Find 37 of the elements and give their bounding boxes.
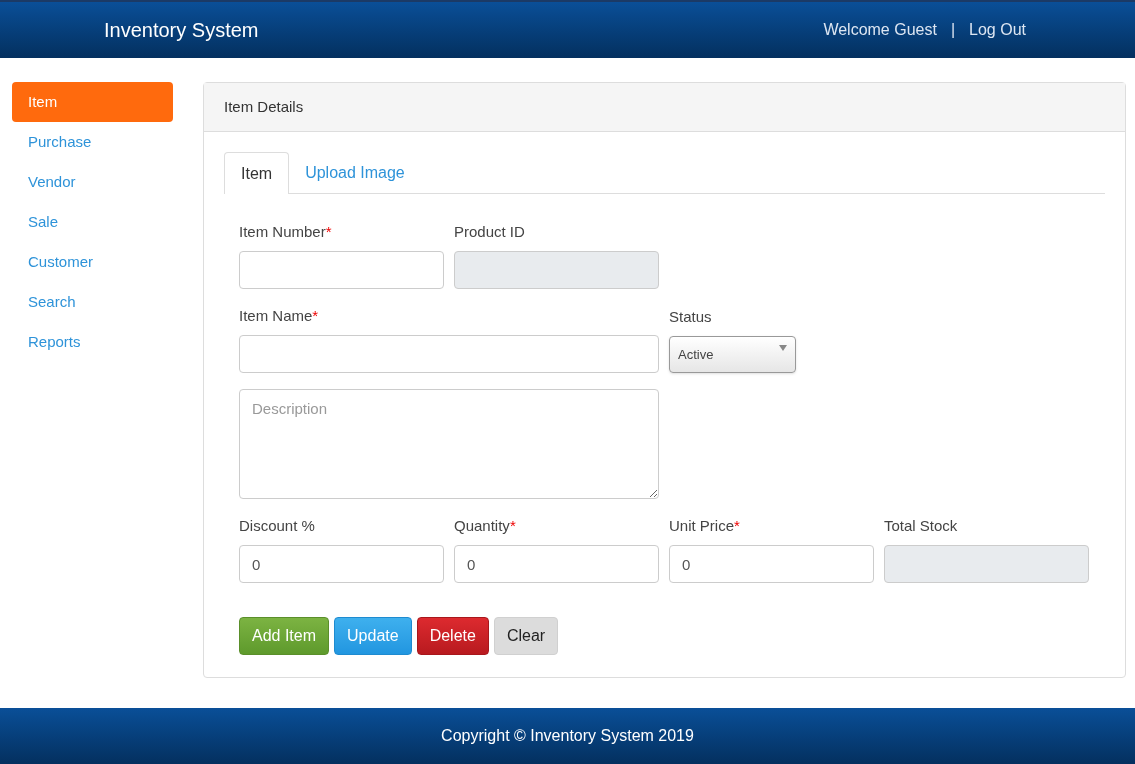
sidebar-item[interactable]: Vendor xyxy=(12,162,173,202)
text-field[interactable] xyxy=(239,251,444,289)
app-title: Inventory System xyxy=(104,18,259,43)
field-label: Unit Price* xyxy=(669,516,741,536)
field-label: Total Stock xyxy=(884,516,959,536)
action-button[interactable]: Clear xyxy=(493,617,559,655)
action-button[interactable]: Update xyxy=(334,617,412,655)
readonly-field[interactable] xyxy=(454,251,659,289)
text-field[interactable]: 0 xyxy=(669,545,874,583)
field-label: Item Number* xyxy=(239,222,333,242)
text-field[interactable]: 0 xyxy=(454,545,659,583)
field-label: Status xyxy=(669,307,713,327)
description-field[interactable]: Description xyxy=(239,389,659,499)
separator: | xyxy=(950,20,956,40)
sidebar-item[interactable]: Sale xyxy=(12,202,173,242)
sidebar-item[interactable]: Reports xyxy=(12,322,173,362)
sidebar-item[interactable]: Purchase xyxy=(12,122,173,162)
status-dropdown[interactable]: Active xyxy=(669,336,796,373)
readonly-field[interactable] xyxy=(884,545,1089,583)
field-label: Quantity* xyxy=(454,516,517,536)
field-label: Product ID xyxy=(454,222,526,242)
text-field[interactable]: 0 xyxy=(239,545,444,583)
welcome-text: Welcome Guest xyxy=(823,20,937,40)
action-button[interactable]: Delete xyxy=(416,617,489,655)
field-label: Item Name* xyxy=(239,306,320,326)
logout-link[interactable]: Log Out xyxy=(969,18,1026,42)
caret-icon xyxy=(779,345,787,351)
sidebar-item[interactable]: Item xyxy=(12,82,173,122)
field-label: Discount % xyxy=(239,516,316,536)
tab[interactable]: Item xyxy=(224,152,290,194)
action-button[interactable]: Add Item xyxy=(239,617,330,655)
tab[interactable]: Upload Image xyxy=(289,152,421,193)
copyright-text: Copyright © Inventory System 2019 xyxy=(441,726,694,746)
text-field[interactable] xyxy=(239,335,659,373)
sidebar-item[interactable]: Search xyxy=(12,282,173,322)
sidebar-item[interactable]: Customer xyxy=(12,242,173,282)
panel-heading: Item Details xyxy=(204,83,1125,132)
